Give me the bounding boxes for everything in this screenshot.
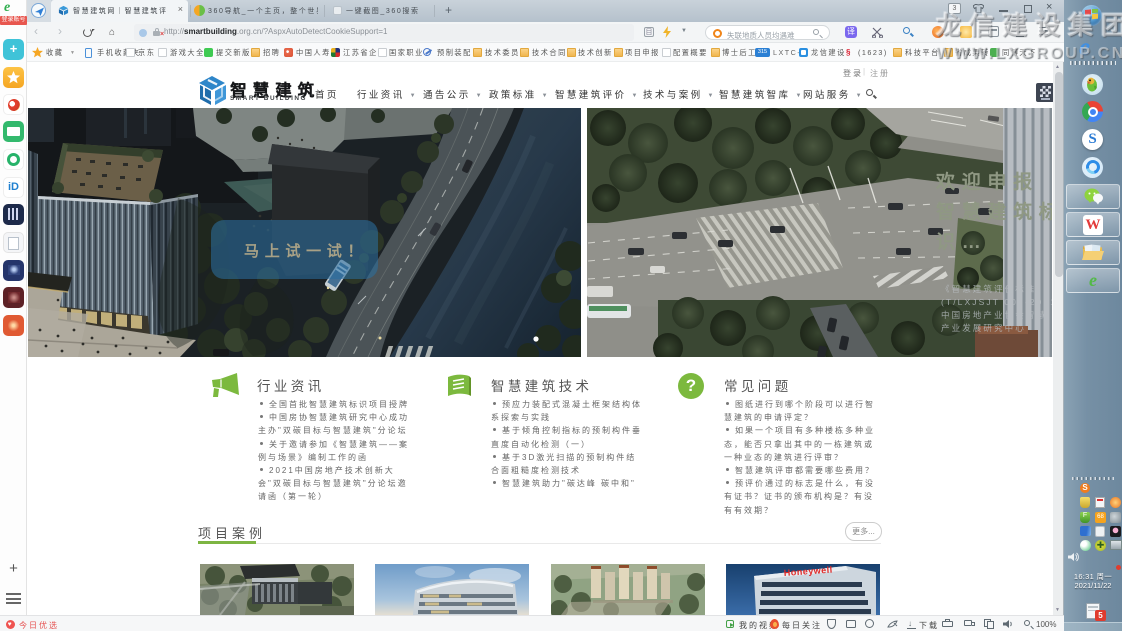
svg-text:产业发展研究中心: 产业发展研究中心	[941, 323, 1026, 333]
svg-text:识…: 识…	[936, 231, 987, 253]
svg-text:《智慧建筑评价标准》: 《智慧建筑评价标准》	[941, 284, 1047, 294]
svg-text:智慧建筑标: 智慧建筑标	[936, 200, 1052, 223]
svg-text:欢迎申报: 欢迎申报	[935, 170, 1039, 193]
svg-text:马上试一试！: 马上试一试！	[244, 242, 368, 260]
svg-text:中国房地产业协会智慧: 中国房地产业协会智慧	[941, 310, 1047, 320]
svg-text:(T/LXJSJT 002-2021): (T/LXJSJT 002-2021)	[941, 297, 1052, 307]
